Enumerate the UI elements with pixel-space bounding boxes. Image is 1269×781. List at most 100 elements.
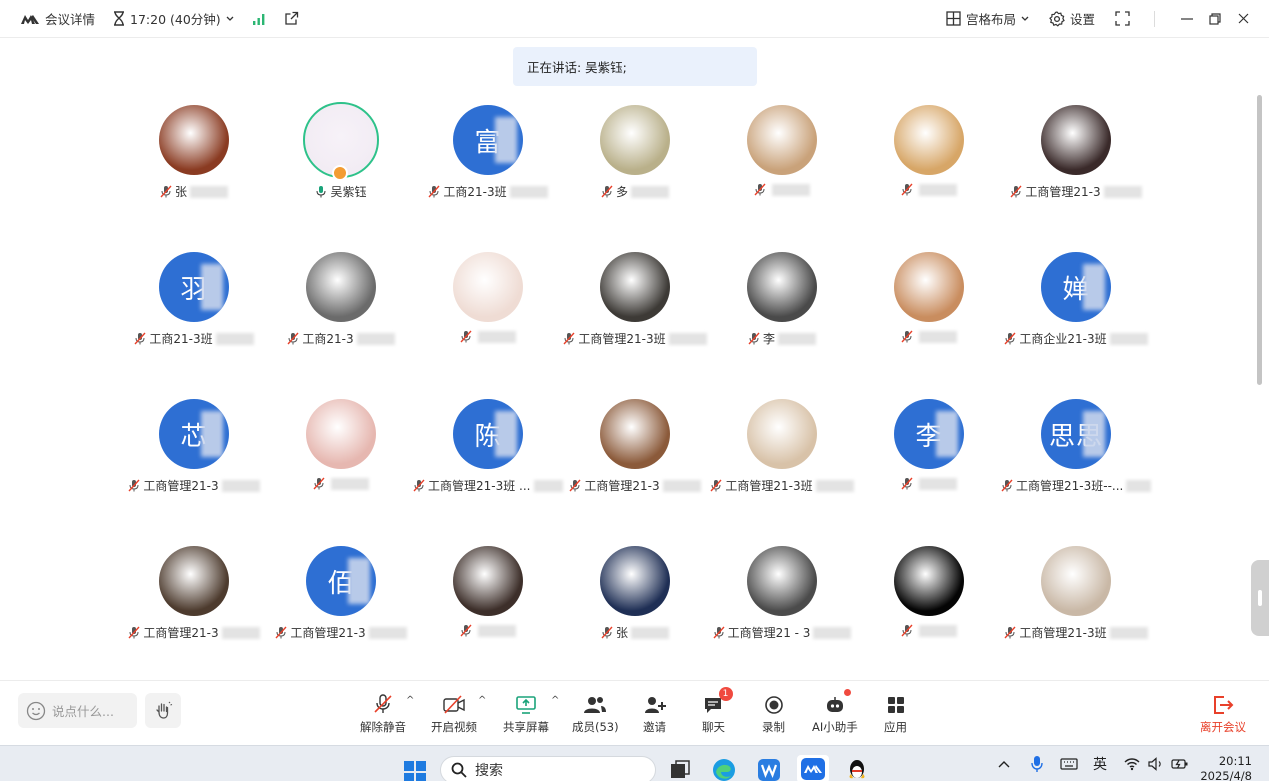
avatar: [894, 105, 964, 175]
participant-tile[interactable]: 张: [119, 99, 269, 219]
participant-name: 工商21-3: [302, 332, 354, 346]
taskbar-search[interactable]: 搜索: [440, 756, 656, 781]
qq-penguin-icon[interactable]: [845, 758, 869, 781]
meeting-duration[interactable]: 17:20 (40分钟): [113, 9, 234, 28]
participant-tile[interactable]: 多: [560, 99, 710, 219]
speaking-banner: 正在讲话: 吴紫钰;: [513, 47, 757, 86]
minimize-window-icon[interactable]: [1173, 5, 1201, 33]
network-signal-icon[interactable]: [252, 13, 266, 25]
name-redaction: [778, 332, 816, 345]
meeting-details-button[interactable]: 会议详情: [20, 9, 95, 28]
share-screen-button[interactable]: 共享屏幕: [503, 691, 549, 735]
invite-label: 邀请: [643, 720, 666, 734]
participant-tile[interactable]: 工商管理21-3: [1001, 99, 1151, 219]
participant-tile[interactable]: [413, 540, 563, 660]
share-options-caret-icon[interactable]: ^: [551, 695, 559, 706]
unmute-button[interactable]: 解除静音: [360, 691, 406, 735]
participant-tile[interactable]: 陈工商管理21-3班 ...: [413, 393, 563, 513]
participant-tile[interactable]: 工商管理21-3班: [707, 393, 857, 513]
participant-tile[interactable]: 佰工商管理21-3: [266, 540, 416, 660]
participant-tile[interactable]: 富工商21-3班: [413, 99, 563, 219]
start-video-button[interactable]: 开启视频: [431, 691, 477, 735]
task-view-icon[interactable]: [668, 758, 692, 781]
participant-tile[interactable]: 婵工商企业21-3班: [1001, 246, 1151, 366]
taskbar-clock[interactable]: 20:11 2025/4/8: [1198, 754, 1252, 781]
name-redaction: [631, 185, 669, 198]
unmute-label: 解除静音: [360, 720, 406, 734]
mic-muted-icon: [1004, 332, 1016, 345]
leave-meeting-button[interactable]: 离开会议: [1200, 691, 1246, 735]
name-redaction: [478, 330, 516, 343]
participant-tile[interactable]: 张: [560, 540, 710, 660]
ai-new-dot: [843, 689, 851, 696]
participant-tile[interactable]: [854, 246, 1004, 366]
video-options-caret-icon[interactable]: ^: [478, 695, 486, 706]
participant-tile[interactable]: 工商管理21-3: [119, 540, 269, 660]
members-button[interactable]: 成员(53): [572, 691, 619, 735]
chat-input[interactable]: 说点什么...: [18, 693, 137, 728]
participant-tile[interactable]: 芯工商管理21-3: [119, 393, 269, 513]
audio-options-caret-icon[interactable]: ^: [406, 695, 414, 706]
wps-office-icon[interactable]: [757, 758, 781, 781]
grid-layout-button[interactable]: 宫格布局: [946, 9, 1029, 28]
participant-label: 工商管理21-3班: [707, 477, 857, 494]
avatar: [306, 252, 376, 322]
popout-icon[interactable]: [284, 11, 299, 26]
participant-tile[interactable]: 吴紫钰: [266, 99, 416, 219]
edge-browser-icon[interactable]: [712, 758, 736, 781]
keyboard-icon[interactable]: [1060, 746, 1078, 781]
participant-tile[interactable]: 思思 工商管理21-3班--...: [1001, 393, 1151, 513]
mic-muted-icon: [748, 332, 760, 345]
participant-tile[interactable]: 工商管理21-3: [560, 393, 710, 513]
mic-muted-icon: [413, 479, 425, 492]
side-panel-handle[interactable]: [1251, 560, 1269, 636]
participant-tile[interactable]: 羽工商21-3班: [119, 246, 269, 366]
participant-tile[interactable]: 工商管理21-3班: [560, 246, 710, 366]
input-method-indicator[interactable]: 英: [1093, 746, 1107, 781]
participant-tile[interactable]: [854, 99, 1004, 219]
participant-tile[interactable]: 李: [854, 393, 1004, 513]
raise-hand-button[interactable]: [145, 693, 181, 728]
share-screen-icon: [515, 695, 537, 715]
participant-name: 工商管理21-3班: [578, 332, 666, 346]
microphone-icon[interactable]: [1030, 746, 1044, 781]
mic-muted-icon: [160, 185, 172, 198]
restore-window-icon[interactable]: [1201, 5, 1229, 33]
chat-button[interactable]: 1 聊天: [702, 687, 733, 735]
record-button[interactable]: 录制: [762, 691, 785, 735]
participant-tile[interactable]: 工商管理21 - 3: [707, 540, 857, 660]
wifi-icon[interactable]: [1124, 746, 1140, 781]
name-redaction: [331, 477, 369, 490]
tray-overflow-chevron-icon[interactable]: [998, 746, 1010, 781]
name-redaction: [1109, 626, 1148, 639]
participant-label: [707, 183, 857, 196]
vertical-scrollbar[interactable]: [1257, 95, 1262, 385]
windows-start-icon[interactable]: [403, 760, 427, 781]
volume-icon[interactable]: [1148, 746, 1164, 781]
tencent-meeting-logo-icon: [20, 13, 40, 25]
grid-layout-label: 宫格布局: [965, 12, 1016, 27]
participant-tile[interactable]: 李: [707, 246, 857, 366]
chevron-down-icon: [226, 16, 234, 22]
close-window-icon[interactable]: [1229, 5, 1257, 33]
participant-label: 工商管理21-3: [119, 624, 269, 641]
members-label: 成员(53): [572, 720, 619, 734]
participant-name: 工商管理21-3班: [1019, 626, 1107, 640]
participant-tile[interactable]: 工商21-3: [266, 246, 416, 366]
participant-label: 工商管理21-3: [119, 477, 269, 494]
fullscreen-icon[interactable]: [1115, 11, 1130, 26]
settings-button[interactable]: 设置: [1049, 9, 1095, 28]
participant-tile[interactable]: [854, 540, 1004, 660]
ai-assistant-button[interactable]: AI小助手: [812, 689, 858, 735]
participant-tile[interactable]: [707, 99, 857, 219]
tencent-meeting-taskbar-icon[interactable]: [797, 755, 829, 781]
battery-charging-icon[interactable]: [1171, 746, 1189, 781]
participant-tile[interactable]: 工商管理21-3班: [1001, 540, 1151, 660]
apps-button[interactable]: 应用: [884, 691, 907, 735]
participant-tile[interactable]: [413, 246, 563, 366]
name-redaction: [772, 183, 810, 196]
participant-tile[interactable]: [266, 393, 416, 513]
name-redaction: [919, 330, 957, 343]
invite-button[interactable]: 邀请: [643, 691, 666, 735]
name-redaction: [509, 185, 548, 198]
